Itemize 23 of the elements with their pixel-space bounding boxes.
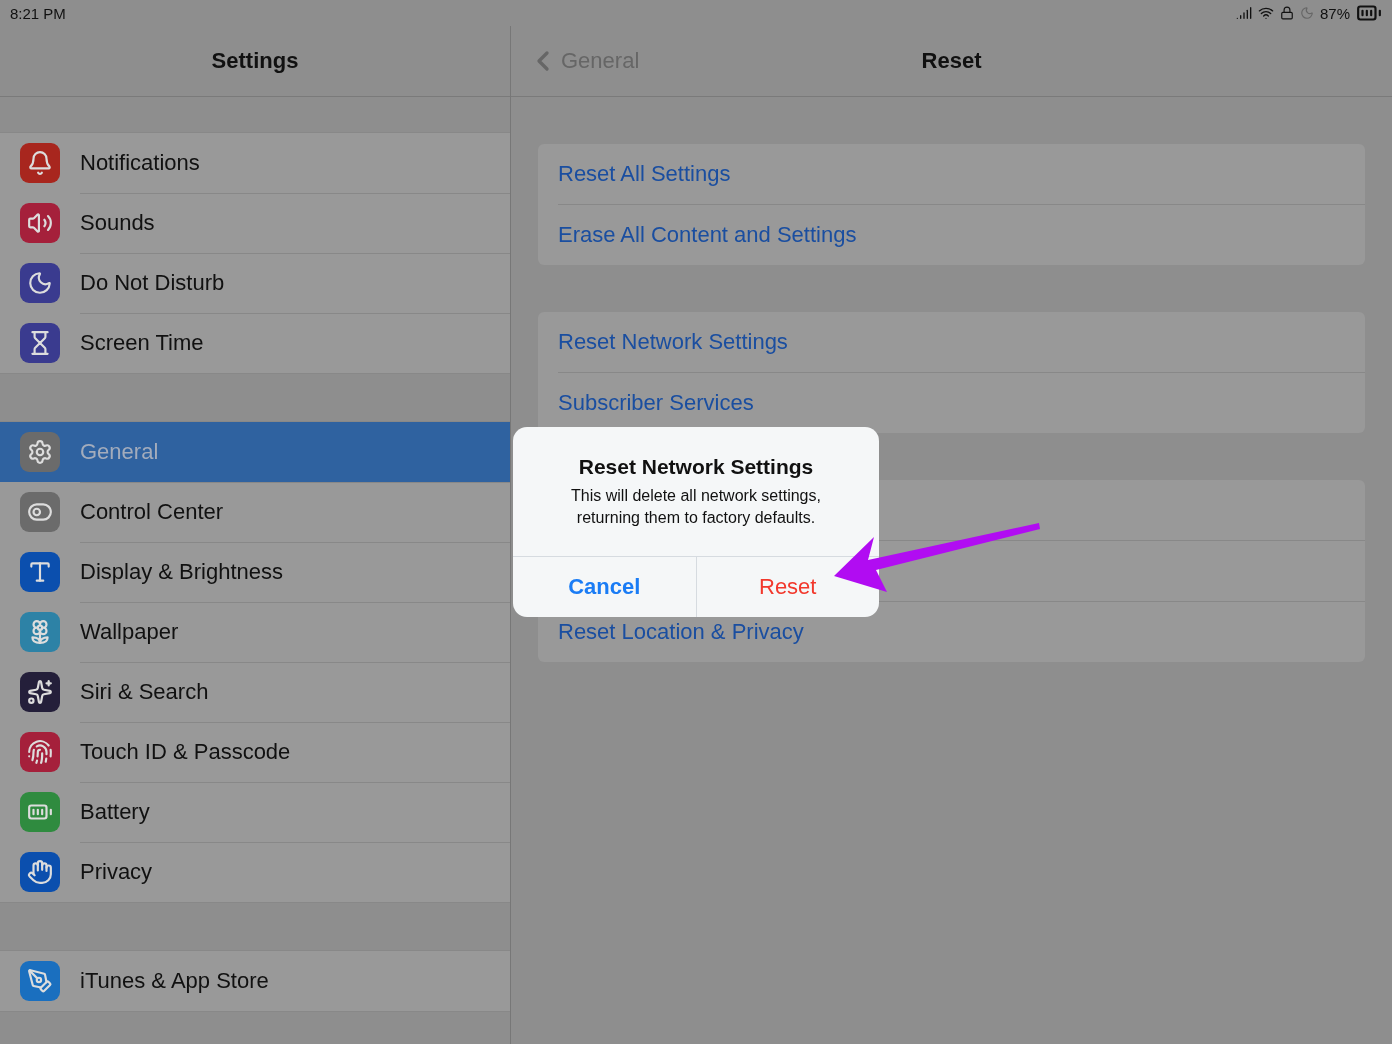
sidebar-item[interactable]: Wallpaper xyxy=(0,602,510,662)
sidebar-item[interactable]: Notifications xyxy=(0,133,510,193)
sidebar-item[interactable]: Display & Brightness xyxy=(0,542,510,602)
sidebar-item[interactable]: Siri & Search xyxy=(0,662,510,722)
signal-icon xyxy=(1235,5,1252,21)
sidebar-item[interactable]: Privacy xyxy=(0,842,510,902)
battery-percent: 87% xyxy=(1319,4,1350,22)
sidebar-item[interactable]: iTunes & App Store xyxy=(0,951,510,1011)
rotation-lock-icon xyxy=(1279,6,1294,20)
moon-icon xyxy=(1299,6,1314,20)
sidebar-item[interactable]: Sounds xyxy=(0,193,510,253)
status-time: 8:21 PM xyxy=(10,4,66,22)
alert-message: This will delete all network settings, returning them to factory defaults. xyxy=(570,486,822,528)
sidebar-title: Settings xyxy=(211,48,299,74)
alert-title: Reset Network Settings xyxy=(577,455,815,479)
sidebar-item[interactable]: Touch ID & Passcode xyxy=(0,722,510,782)
sidebar-item[interactable]: Do Not Disturb xyxy=(0,253,510,313)
cancel-button[interactable]: Cancel xyxy=(513,557,696,617)
sidebar-item[interactable]: Battery xyxy=(0,782,510,842)
wifi-icon xyxy=(1257,5,1274,21)
sidebar-item[interactable]: Screen Time xyxy=(0,313,510,373)
detail-title: Reset xyxy=(921,48,982,74)
sidebar-item[interactable]: Control Center xyxy=(0,482,510,542)
